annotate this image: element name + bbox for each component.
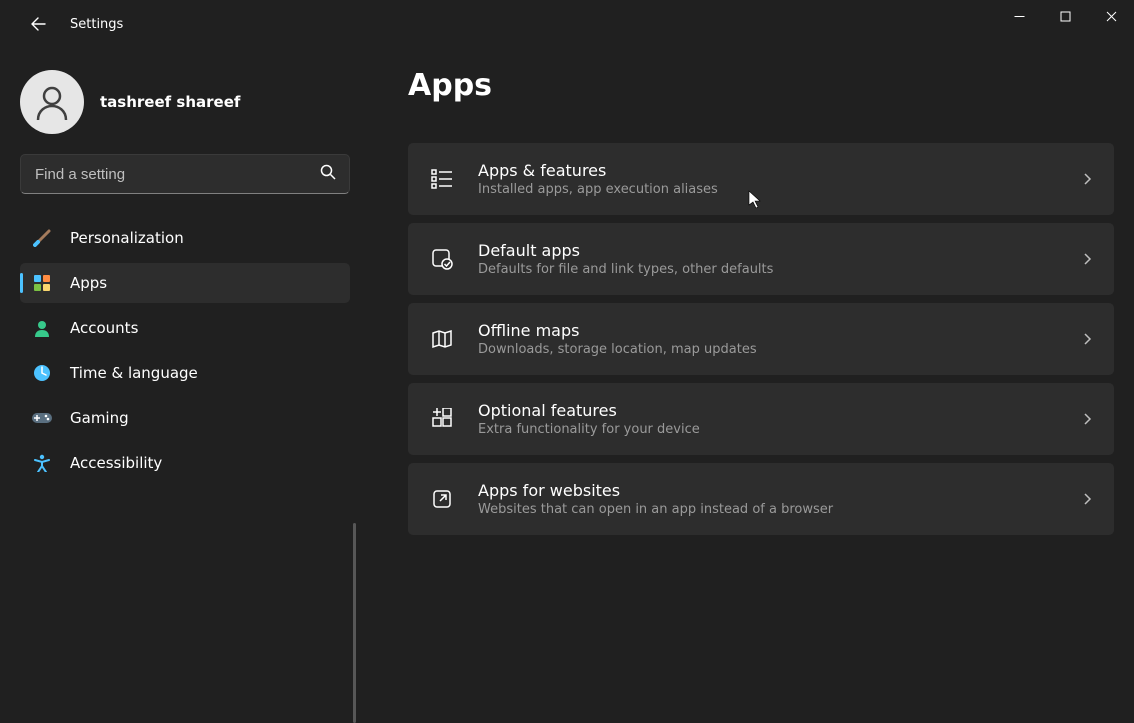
default-apps-icon	[428, 245, 456, 273]
card-text: Default apps Defaults for file and link …	[478, 241, 1082, 277]
chevron-right-icon	[1082, 490, 1094, 509]
accessibility-icon	[32, 453, 52, 473]
page-title: Apps	[408, 68, 1114, 103]
card-text: Apps & features Installed apps, app exec…	[478, 161, 1082, 197]
card-text: Optional features Extra functionality fo…	[478, 401, 1082, 437]
sidebar-item-apps[interactable]: Apps	[20, 263, 350, 303]
minimize-button[interactable]	[996, 0, 1042, 32]
sidebar-item-label: Accessibility	[70, 454, 162, 472]
titlebar: Settings	[0, 0, 1134, 48]
back-arrow-icon	[30, 16, 46, 32]
card-offline-maps[interactable]: Offline maps Downloads, storage location…	[408, 303, 1114, 375]
sidebar-scrollbar[interactable]	[353, 523, 356, 723]
back-button[interactable]	[18, 4, 58, 44]
chevron-right-icon	[1082, 170, 1094, 189]
paintbrush-icon	[32, 228, 52, 248]
close-icon	[1106, 11, 1117, 22]
sidebar-item-label: Time & language	[70, 364, 198, 382]
card-subtitle: Downloads, storage location, map updates	[478, 342, 1082, 357]
globe-clock-icon	[32, 363, 52, 383]
gamepad-icon	[32, 408, 52, 428]
main-content: Apps Apps & features Installed apps, app…	[400, 60, 1134, 564]
card-title: Apps for websites	[478, 481, 1082, 500]
card-title: Optional features	[478, 401, 1082, 420]
card-subtitle: Installed apps, app execution aliases	[478, 182, 1082, 197]
settings-card-list: Apps & features Installed apps, app exec…	[408, 143, 1114, 539]
card-apps-features[interactable]: Apps & features Installed apps, app exec…	[408, 143, 1114, 215]
card-title: Apps & features	[478, 161, 1082, 180]
maximize-icon	[1060, 11, 1071, 22]
sidebar-item-gaming[interactable]: Gaming	[20, 398, 350, 438]
list-icon	[428, 165, 456, 193]
chevron-right-icon	[1082, 410, 1094, 429]
card-subtitle: Defaults for file and link types, other …	[478, 262, 1082, 277]
search-container	[20, 154, 350, 194]
sidebar-item-time-language[interactable]: Time & language	[20, 353, 350, 393]
chevron-right-icon	[1082, 330, 1094, 349]
sidebar-item-label: Apps	[70, 274, 107, 292]
search-input[interactable]	[20, 154, 350, 194]
map-icon	[428, 325, 456, 353]
sidebar-item-label: Personalization	[70, 229, 184, 247]
maximize-button[interactable]	[1042, 0, 1088, 32]
close-button[interactable]	[1088, 0, 1134, 32]
sidebar-item-accessibility[interactable]: Accessibility	[20, 443, 350, 483]
card-optional-features[interactable]: Optional features Extra functionality fo…	[408, 383, 1114, 455]
card-default-apps[interactable]: Default apps Defaults for file and link …	[408, 223, 1114, 295]
user-name: tashreef shareef	[100, 93, 240, 111]
person-icon	[32, 318, 52, 338]
add-app-icon	[428, 405, 456, 433]
apps-grid-icon	[32, 273, 52, 293]
sidebar-item-personalization[interactable]: Personalization	[20, 218, 350, 258]
card-subtitle: Extra functionality for your device	[478, 422, 1082, 437]
sidebar-item-accounts[interactable]: Accounts	[20, 308, 350, 348]
sidebar-item-label: Gaming	[70, 409, 129, 427]
card-title: Default apps	[478, 241, 1082, 260]
window-controls	[996, 0, 1134, 32]
avatar	[20, 70, 84, 134]
user-info: tashreef shareef	[100, 93, 240, 111]
sidebar: tashreef shareef Personalization	[0, 60, 370, 488]
open-external-icon	[428, 485, 456, 513]
card-subtitle: Websites that can open in an app instead…	[478, 502, 1082, 517]
chevron-right-icon	[1082, 250, 1094, 269]
user-icon	[32, 82, 72, 122]
minimize-icon	[1014, 11, 1025, 22]
card-apps-for-websites[interactable]: Apps for websites Websites that can open…	[408, 463, 1114, 535]
nav-list: Personalization Apps Accounts	[10, 218, 360, 483]
sidebar-item-label: Accounts	[70, 319, 138, 337]
card-title: Offline maps	[478, 321, 1082, 340]
app-title: Settings	[70, 17, 123, 32]
card-text: Apps for websites Websites that can open…	[478, 481, 1082, 517]
card-text: Offline maps Downloads, storage location…	[478, 321, 1082, 357]
profile-block[interactable]: tashreef shareef	[20, 70, 350, 134]
